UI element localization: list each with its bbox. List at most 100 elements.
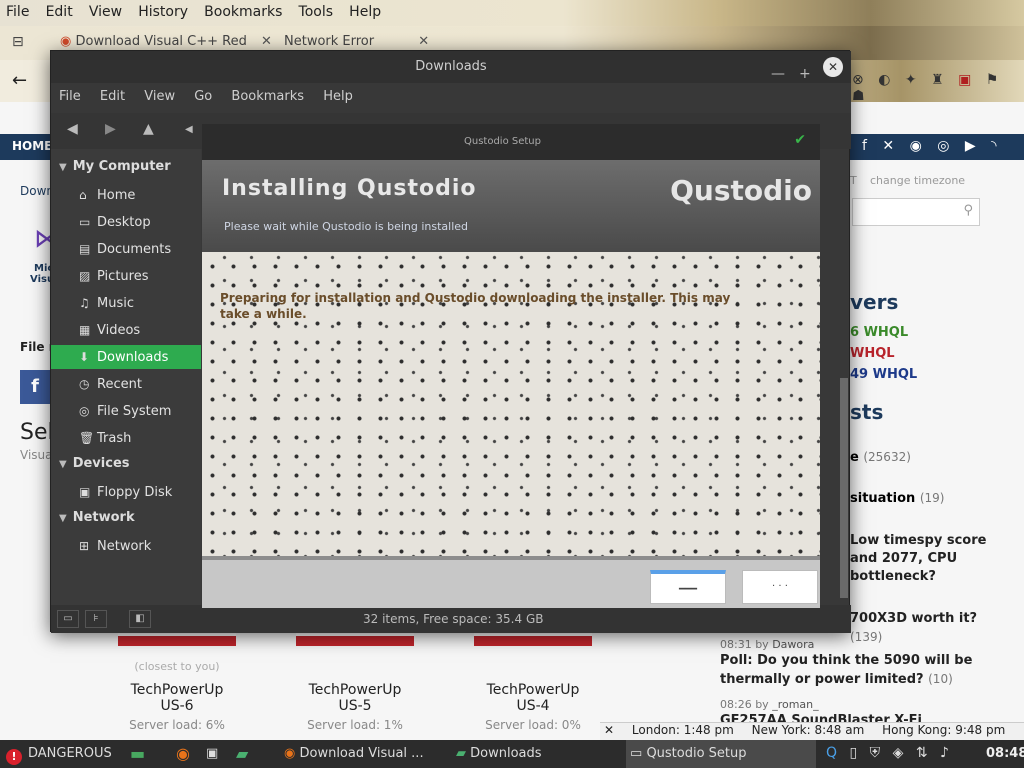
file-manager-menubar: File Edit View Go Bookmarks Help bbox=[51, 83, 851, 113]
sidebar-item-label: Home bbox=[97, 188, 136, 203]
facebook-share-icon[interactable]: f bbox=[20, 370, 50, 404]
menu-edit[interactable]: Edit bbox=[92, 83, 132, 104]
qustodio-next-button[interactable]: ━━━ bbox=[650, 570, 726, 604]
qustodio-setup-window: Qustodio Setup ✔ Installing Qustodio Qus… bbox=[202, 124, 820, 608]
up-icon[interactable]: ▲ bbox=[143, 121, 154, 137]
ublock-icon[interactable]: ▣ bbox=[958, 72, 971, 88]
extension-icon[interactable]: ♜ bbox=[931, 72, 944, 88]
post-link[interactable]: e (25632) bbox=[850, 450, 911, 465]
shield-icon[interactable]: ⛨ bbox=[870, 745, 881, 761]
tab-download-visual[interactable]: ◉ Download Visual C++ Red ✕ bbox=[60, 34, 272, 49]
taskbar-clock[interactable]: 08:48 bbox=[986, 740, 1024, 768]
sidebar-item-recent[interactable]: ◷ Recent bbox=[51, 372, 201, 396]
sidebar-item-network[interactable]: ⊞ Network bbox=[51, 534, 201, 558]
back-arrow-icon[interactable]: ← bbox=[12, 70, 27, 91]
breadcrumb[interactable]: Down bbox=[20, 184, 54, 198]
taskbar-window-browser[interactable]: ◉ Download Visual ... bbox=[284, 740, 444, 768]
driver-link[interactable]: 6 WHQL bbox=[850, 325, 908, 340]
section-network[interactable]: ▼ Network bbox=[59, 510, 135, 525]
menu-bookmarks[interactable]: Bookmarks bbox=[198, 0, 288, 20]
instagram-icon[interactable]: ◎ bbox=[937, 138, 949, 154]
post-link[interactable]: GE257AA SoundBlaster X-Fi XtremeGamer bbox=[720, 712, 1000, 722]
window-titlebar[interactable]: Downloads — + ✕ bbox=[51, 51, 851, 83]
close-icon[interactable]: ✕ bbox=[604, 723, 614, 737]
server-card[interactable]: TechPowerUp US-6 Server load: 6% bbox=[118, 632, 236, 732]
extension-icon[interactable]: ◐ bbox=[878, 72, 890, 88]
youtube-icon[interactable]: ▶ bbox=[965, 138, 976, 154]
sidebar-item-pictures[interactable]: ▨ Pictures bbox=[51, 264, 201, 288]
facebook-icon[interactable]: f bbox=[862, 138, 867, 154]
sidebar-item-videos[interactable]: ▦ Videos bbox=[51, 318, 201, 342]
server-card[interactable]: TechPowerUp US-4 Server load: 0% bbox=[474, 632, 592, 732]
volume-icon[interactable]: ♪ bbox=[940, 745, 949, 761]
firefox-launcher-icon[interactable]: ◉ bbox=[176, 740, 190, 768]
network-tray-icon[interactable]: ⇅ bbox=[916, 745, 928, 761]
menu-view[interactable]: View bbox=[136, 83, 182, 104]
section-my-computer[interactable]: ▼ My Computer bbox=[59, 159, 171, 174]
post-link[interactable]: situation (19) bbox=[850, 491, 944, 506]
menu-file[interactable]: File bbox=[51, 83, 88, 104]
section-devices[interactable]: ▼ Devices bbox=[59, 456, 130, 471]
menu-file[interactable]: File bbox=[0, 0, 35, 20]
update-icon[interactable]: ◈ bbox=[893, 745, 904, 761]
server-card[interactable]: TechPowerUp US-5 Server load: 1% bbox=[296, 632, 414, 732]
close-button[interactable]: ✕ bbox=[823, 57, 843, 77]
post-author-link[interactable]: _roman_ bbox=[772, 698, 818, 711]
tree-view-icon[interactable]: ⊧ bbox=[85, 610, 107, 628]
forward-icon[interactable]: ▶ bbox=[105, 121, 116, 137]
extension-icon[interactable]: ☗ bbox=[852, 88, 865, 104]
tab-network-error[interactable]: Network Error ✕ bbox=[284, 34, 429, 49]
sidebar-item-music[interactable]: ♫ Music bbox=[51, 291, 201, 315]
terminal-launcher-icon[interactable]: ▣ bbox=[206, 740, 218, 768]
post-link[interactable]: Poll: Do you think the 5090 will be ther… bbox=[720, 652, 1000, 689]
sidebar-item-documents[interactable]: ▤ Documents bbox=[51, 237, 201, 261]
path-left-icon[interactable]: ◀ bbox=[185, 124, 193, 135]
sidebar-item-floppy-disk[interactable]: ▣ Floppy Disk bbox=[51, 480, 201, 504]
qustodio-cancel-button[interactable]: · · · bbox=[742, 570, 818, 604]
toggle-sidebar-icon[interactable]: ◧ bbox=[129, 610, 151, 628]
qustodio-titlebar[interactable]: Qustodio Setup ✔ bbox=[202, 124, 820, 160]
driver-link[interactable]: 49 WHQL bbox=[850, 367, 917, 382]
taskbar-window-downloads[interactable]: ▰ Downloads bbox=[456, 740, 616, 768]
menu-tools[interactable]: Tools bbox=[293, 0, 340, 20]
extension-icon[interactable]: ✦ bbox=[905, 72, 917, 88]
menu-edit[interactable]: Edit bbox=[40, 0, 79, 20]
sidebar-item-downloads[interactable]: ⬇ Downloads bbox=[51, 345, 201, 369]
files-launcher-icon[interactable]: ▰ bbox=[236, 740, 248, 768]
nav-home-link[interactable]: HOME bbox=[12, 139, 52, 153]
battery-icon[interactable]: ▯ bbox=[849, 745, 857, 761]
tab-overview-icon[interactable]: ⊟ bbox=[12, 34, 24, 50]
change-timezone-link[interactable]: change timezone bbox=[870, 174, 965, 187]
taskbar-window-qustodio[interactable]: ▭ Qustodio Setup bbox=[626, 740, 816, 768]
menu-history[interactable]: History bbox=[132, 0, 194, 20]
menu-bookmarks[interactable]: Bookmarks bbox=[223, 83, 311, 104]
sidebar-item-desktop[interactable]: ▭ Desktop bbox=[51, 210, 201, 234]
menu-help[interactable]: Help bbox=[343, 0, 387, 20]
tab-close-icon[interactable]: ✕ bbox=[418, 34, 429, 49]
qustodio-tray-icon[interactable]: Q bbox=[826, 745, 837, 761]
recent-icon: ◷ bbox=[79, 377, 90, 391]
show-desktop-icon[interactable]: ▬ bbox=[130, 740, 145, 768]
driver-link[interactable]: WHQL bbox=[850, 346, 895, 361]
sidebar-item-home[interactable]: ⌂ Home bbox=[51, 183, 201, 207]
menu-go[interactable]: Go bbox=[186, 83, 219, 104]
rss-icon[interactable]: ◝ bbox=[991, 138, 996, 154]
tab-close-icon[interactable]: ✕ bbox=[261, 34, 272, 49]
post-link[interactable]: Low timespy score and 2077, CPU bottlene… bbox=[850, 532, 1000, 586]
places-view-icon[interactable]: ▭ bbox=[57, 610, 79, 628]
back-icon[interactable]: ◀ bbox=[67, 121, 78, 137]
twitter-icon[interactable]: ✕ bbox=[882, 138, 894, 154]
start-menu-button[interactable]: ! DANGEROUS bbox=[6, 740, 112, 768]
scrollbar[interactable] bbox=[840, 378, 848, 598]
sidebar-item-file-system[interactable]: ◎ File System bbox=[51, 399, 201, 423]
extension-icon[interactable]: ⚑ bbox=[986, 72, 999, 88]
sidebar-item-trash[interactable]: 🗑 Trash bbox=[51, 426, 201, 450]
menu-help[interactable]: Help bbox=[315, 83, 360, 104]
taskbar: ! DANGEROUS ▬ ◉ ▣ ▰ ◉ Download Visual ...… bbox=[0, 740, 1024, 768]
extension-icon[interactable]: ⊗ bbox=[852, 72, 864, 88]
post-author-link[interactable]: Dawora bbox=[772, 638, 814, 651]
site-search-input[interactable]: ⚲ bbox=[852, 198, 980, 226]
menu-view[interactable]: View bbox=[83, 0, 128, 20]
post-link[interactable]: 700X3D worth it? (139) bbox=[850, 610, 1010, 647]
mastodon-icon[interactable]: ◉ bbox=[910, 138, 922, 154]
